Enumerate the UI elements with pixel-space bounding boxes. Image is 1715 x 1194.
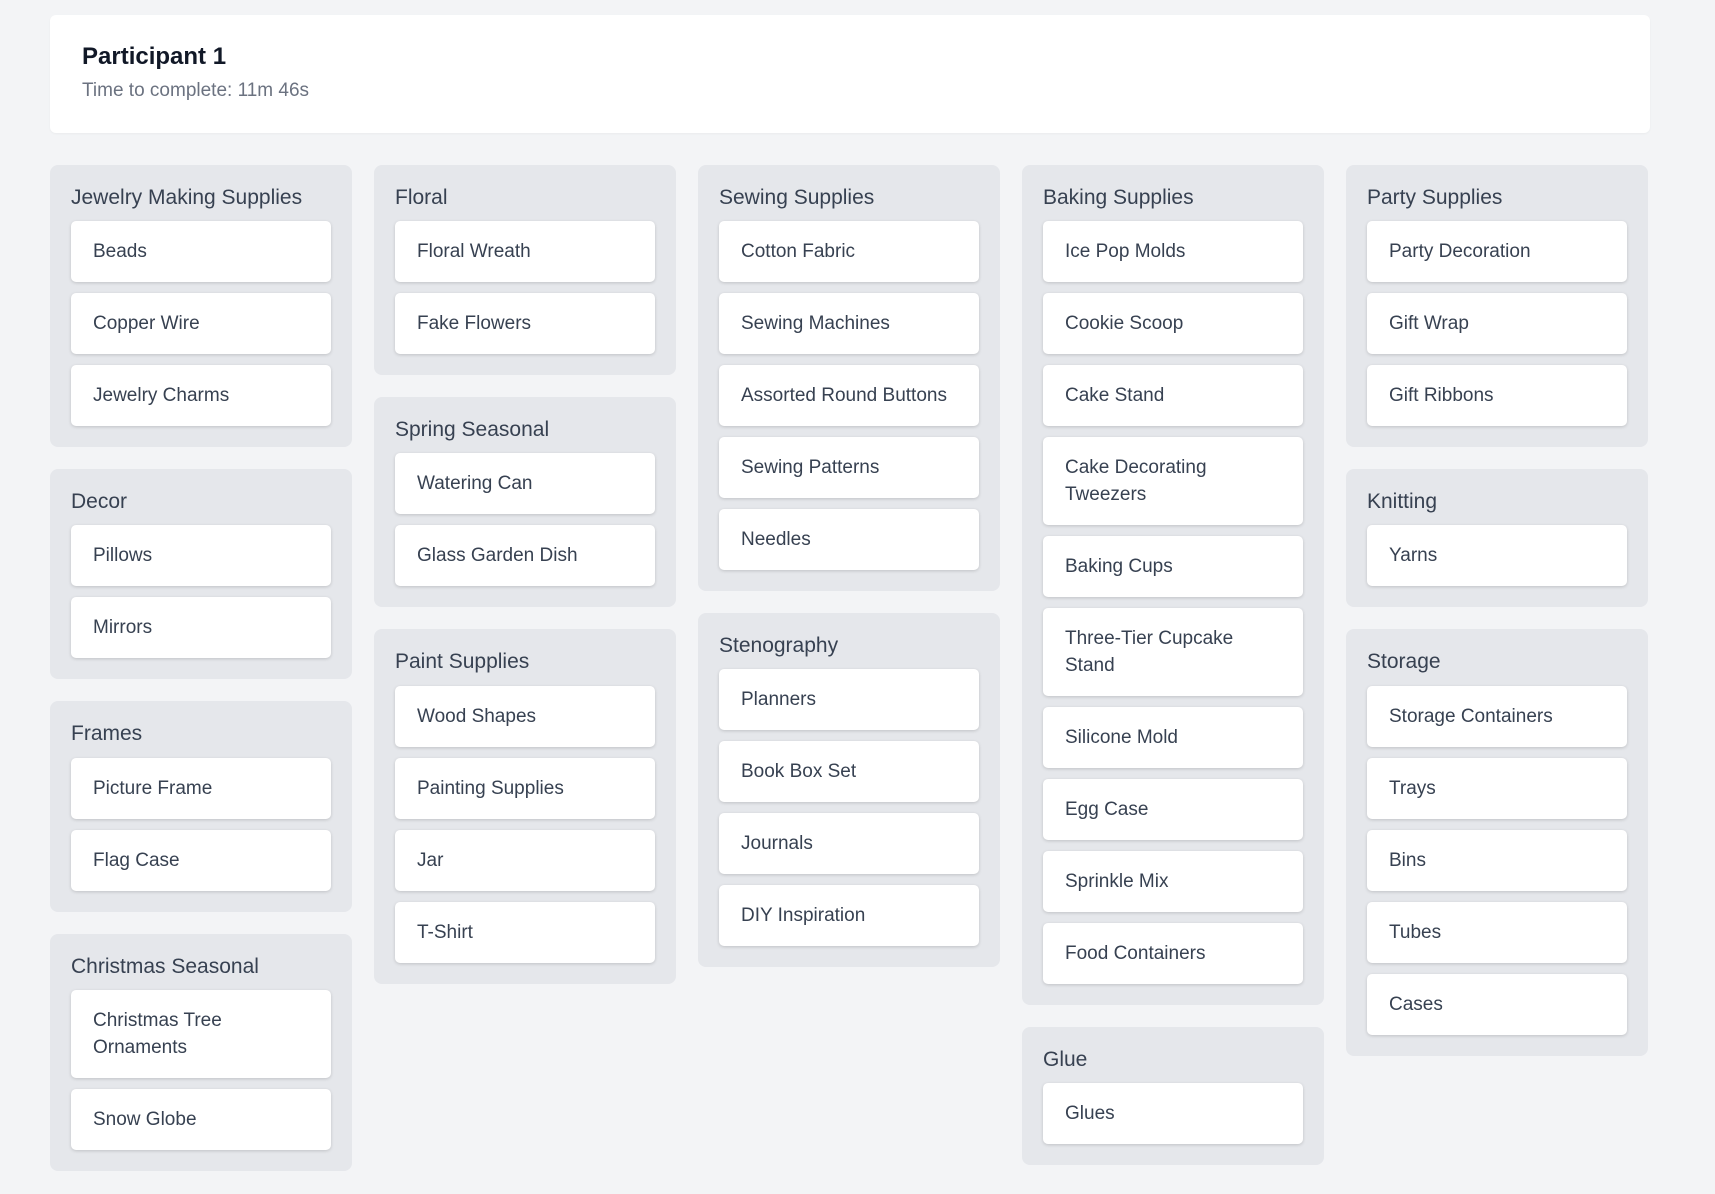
sort-card[interactable]: Trays xyxy=(1367,757,1627,819)
board-column: Jewelry Making Supplies Beads Copper Wire J… xyxy=(50,165,352,1171)
category-group-spring-seasonal: Spring Seasonal Watering Can Glass Garden … xyxy=(374,397,676,608)
sort-card[interactable]: DIY Inspiration xyxy=(719,885,979,947)
category-cards: Planners Book Box Set Journals DIY Inspirat… xyxy=(719,669,979,947)
sort-card[interactable]: Book Box Set xyxy=(719,741,979,803)
category-title: Sewing Supplies xyxy=(719,186,875,209)
category-title: Baking Supplies xyxy=(1043,186,1194,209)
sort-card[interactable]: Wood Shapes xyxy=(395,685,655,747)
category-group-frames: Frames Picture Frame Flag Case xyxy=(50,701,352,912)
category-group-glue: Glue Glues xyxy=(1022,1027,1324,1166)
category-cards: Beads Copper Wire Jewelry Charms xyxy=(71,221,331,427)
category-group-party-supplies: Party Supplies Party Decoration Gift Wrap G… xyxy=(1346,165,1648,448)
category-cards: Picture Frame Flag Case xyxy=(71,757,331,891)
category-title: Decor xyxy=(71,490,128,514)
sort-card[interactable]: Needles xyxy=(719,509,979,571)
sort-card[interactable]: Copper Wire xyxy=(71,293,331,355)
sort-card[interactable]: Gift Ribbons xyxy=(1367,365,1627,427)
category-cards: Watering Can Glass Garden Dish xyxy=(395,453,655,587)
category-cards: Cotton Fabric Sewing Machines Assorted Rou… xyxy=(719,221,979,571)
sort-card[interactable]: Cake Stand xyxy=(1043,365,1303,427)
sort-card[interactable]: Floral Wreath xyxy=(395,221,655,283)
sort-card[interactable]: Beads xyxy=(71,221,331,283)
sort-card[interactable]: T-Shirt xyxy=(395,901,655,963)
sort-card[interactable]: Storage Containers xyxy=(1367,685,1627,747)
sort-card[interactable]: Sprinkle Mix xyxy=(1043,851,1303,913)
sort-card[interactable]: Three-Tier Cupcake Stand xyxy=(1043,608,1303,697)
category-group-knitting: Knitting Yarns xyxy=(1346,469,1648,608)
sort-card[interactable]: Silicone Mold xyxy=(1043,707,1303,769)
category-title: Party Supplies xyxy=(1367,186,1503,209)
category-group-christmas-seasonal: Christmas Seasonal Christmas Tree Ornamen… xyxy=(50,933,352,1171)
sort-card[interactable]: Cases xyxy=(1367,973,1627,1035)
board-column: Floral Floral Wreath Fake Flowers Spring Se… xyxy=(374,165,676,984)
board-column: Party Supplies Party Decoration Gift Wrap G… xyxy=(1346,165,1648,1056)
sort-card[interactable]: Gift Wrap xyxy=(1367,293,1627,355)
sort-card[interactable]: Ice Pop Molds xyxy=(1043,221,1303,283)
category-title: Floral xyxy=(395,186,448,209)
completion-time: Time to complete: 11m 46s xyxy=(82,79,310,101)
sort-card[interactable]: Cookie Scoop xyxy=(1043,293,1303,355)
sort-card[interactable]: Snow Globe xyxy=(71,1088,331,1150)
sort-card[interactable]: Christmas Tree Ornaments xyxy=(71,989,331,1078)
sort-card[interactable]: Cake Decorating Tweezers xyxy=(1043,437,1303,526)
sort-card[interactable]: Bins xyxy=(1367,829,1627,891)
category-group-jewelry-making-supplies: Jewelry Making Supplies Beads Copper Wire J… xyxy=(50,165,352,448)
category-cards: Yarns xyxy=(1367,525,1627,587)
sort-card[interactable]: Fake Flowers xyxy=(395,293,655,355)
category-title: Glue xyxy=(1043,1048,1088,1072)
sort-card[interactable]: Flag Case xyxy=(71,829,331,891)
sort-card[interactable]: Egg Case xyxy=(1043,779,1303,841)
sort-card[interactable]: Party Decoration xyxy=(1367,221,1627,283)
sort-card[interactable]: Yarns xyxy=(1367,525,1627,587)
category-title: Knitting xyxy=(1367,490,1438,514)
sort-card[interactable]: Baking Cups xyxy=(1043,536,1303,598)
sort-card[interactable]: Pillows xyxy=(71,525,331,587)
category-title: Spring Seasonal xyxy=(395,418,550,442)
category-group-paint-supplies: Paint Supplies Wood Shapes Painting Suppli… xyxy=(374,629,676,984)
category-group-floral: Floral Floral Wreath Fake Flowers xyxy=(374,165,676,376)
sort-card[interactable]: Sewing Patterns xyxy=(719,437,979,499)
category-cards: Pillows Mirrors xyxy=(71,525,331,659)
category-group-storage: Storage Storage Containers Trays Bins Tubes C… xyxy=(1346,629,1648,1056)
sort-card[interactable]: Tubes xyxy=(1367,901,1627,963)
sort-card[interactable]: Cotton Fabric xyxy=(719,221,979,283)
sort-card[interactable]: Jar xyxy=(395,829,655,891)
participant-header: Participant 1 Time to complete: 11m 46s xyxy=(50,15,1650,133)
category-group-stenography: Stenography Planners Book Box Set Journals D… xyxy=(698,613,1000,968)
sort-card[interactable]: Glues xyxy=(1043,1083,1303,1145)
sort-card[interactable]: Food Containers xyxy=(1043,923,1303,985)
sort-card[interactable]: Sewing Machines xyxy=(719,293,979,355)
participant-title: Participant 1 xyxy=(82,43,227,70)
card-sort-board: Jewelry Making Supplies Beads Copper Wire J… xyxy=(50,165,1650,1171)
category-title: Paint Supplies xyxy=(395,650,530,674)
sort-card[interactable]: Planners xyxy=(719,669,979,731)
category-title: Storage xyxy=(1367,650,1441,674)
category-cards: Floral Wreath Fake Flowers xyxy=(395,221,655,355)
category-title: Jewelry Making Supplies xyxy=(71,186,303,209)
category-cards: Ice Pop Molds Cookie Scoop Cake Stand Cake … xyxy=(1043,221,1303,985)
sort-card[interactable]: Painting Supplies xyxy=(395,757,655,819)
category-cards: Glues xyxy=(1043,1083,1303,1145)
board-column: Baking Supplies Ice Pop Molds Cookie Scoop… xyxy=(1022,165,1324,1166)
sort-card[interactable]: Picture Frame xyxy=(71,757,331,819)
board-column: Sewing Supplies Cotton Fabric Sewing Machi… xyxy=(698,165,1000,968)
category-cards: Wood Shapes Painting Supplies Jar T-Shirt xyxy=(395,685,655,963)
category-group-baking-supplies: Baking Supplies Ice Pop Molds Cookie Scoop… xyxy=(1022,165,1324,1006)
sort-card[interactable]: Watering Can xyxy=(395,453,655,515)
category-title: Christmas Seasonal xyxy=(71,954,259,978)
sort-card[interactable]: Mirrors xyxy=(71,597,331,659)
category-group-sewing-supplies: Sewing Supplies Cotton Fabric Sewing Machi… xyxy=(698,165,1000,592)
category-group-decor: Decor Pillows Mirrors xyxy=(50,469,352,680)
category-cards: Party Decoration Gift Wrap Gift Ribbons xyxy=(1367,221,1627,427)
category-title: Frames xyxy=(71,722,143,746)
sort-card[interactable]: Journals xyxy=(719,813,979,875)
sort-card[interactable]: Assorted Round Buttons xyxy=(719,365,979,427)
category-cards: Christmas Tree Ornaments Snow Globe xyxy=(71,989,331,1150)
category-cards: Storage Containers Trays Bins Tubes Cases xyxy=(1367,685,1627,1035)
sort-card[interactable]: Jewelry Charms xyxy=(71,365,331,427)
category-title: Stenography xyxy=(719,634,839,658)
sort-card[interactable]: Glass Garden Dish xyxy=(395,525,655,587)
